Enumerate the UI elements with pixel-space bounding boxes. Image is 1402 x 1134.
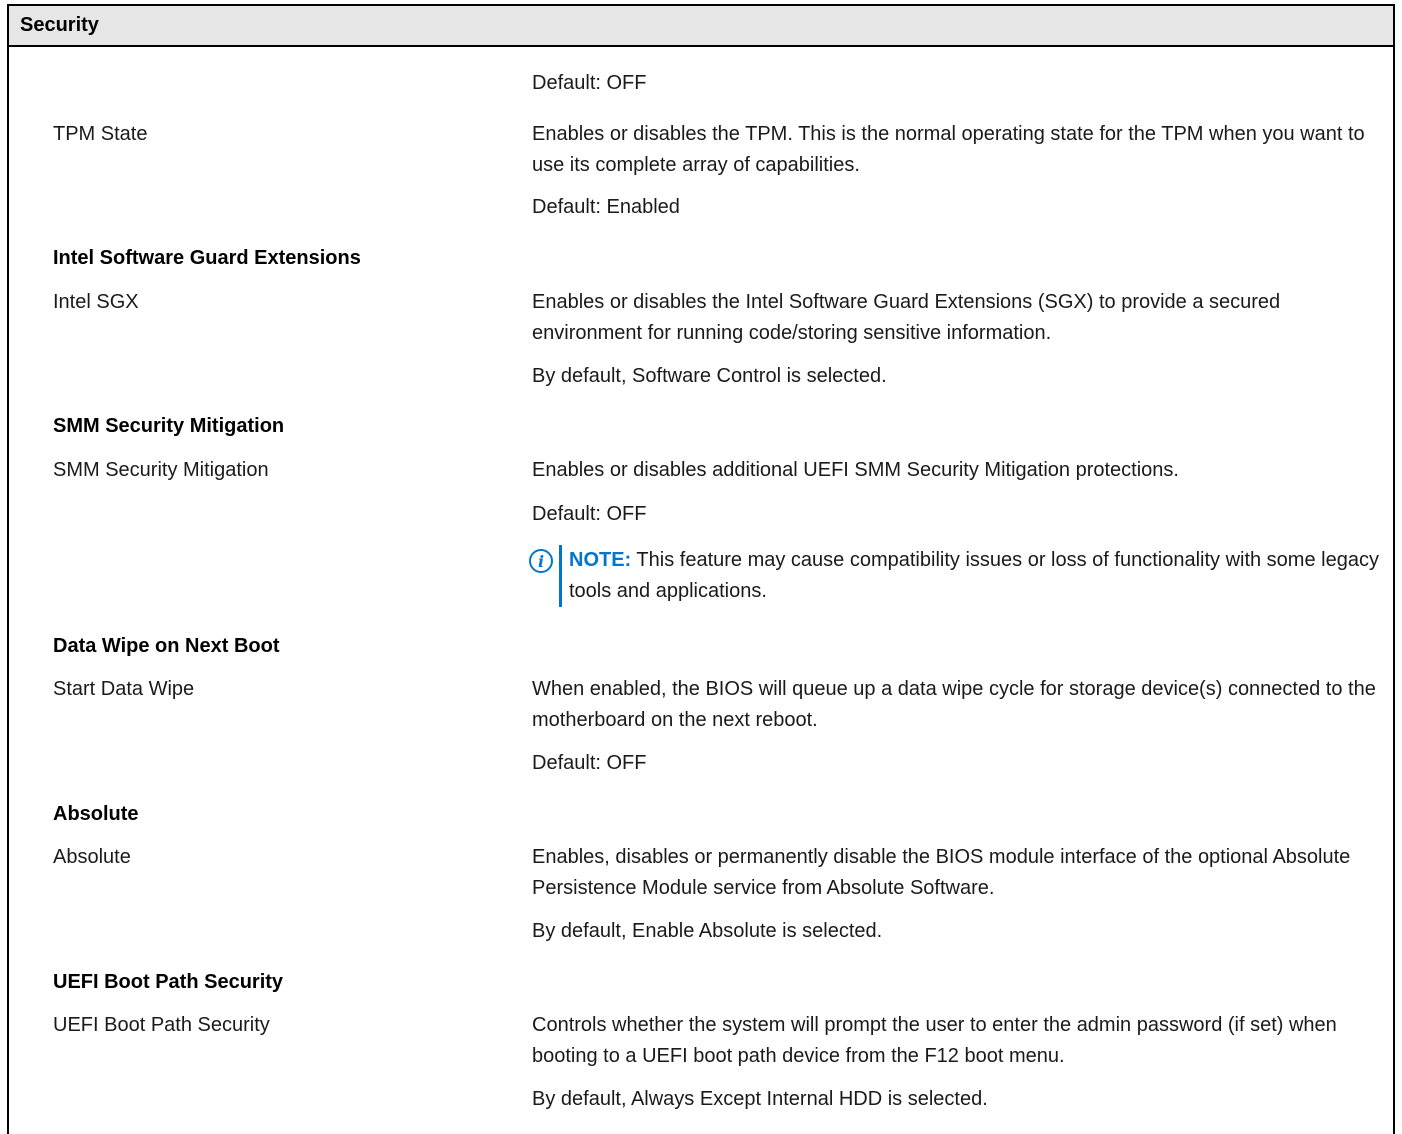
setting-label-smm: SMM Security Mitigation (53, 459, 269, 481)
note-text: NOTE: This feature may cause compatibili… (569, 545, 1389, 607)
section-heading-absolute: Absolute (53, 803, 139, 825)
note-label: NOTE: (569, 549, 632, 571)
setting-desc-smm: Enables or disables additional UEFI SMM … (532, 459, 1179, 481)
setting-default-start-data-wipe: Default: OFF (532, 752, 647, 774)
setting-desc-intel-sgx: Enables or disables the Intel Software G… (532, 291, 1281, 344)
tpm-prev-default: Default: OFF (532, 72, 647, 94)
setting-default-absolute: By default, Enable Absolute is selected. (532, 920, 883, 942)
setting-desc-uefi-boot-path: Controls whether the system will prompt … (532, 1014, 1337, 1067)
section-heading-data-wipe: Data Wipe on Next Boot (53, 635, 280, 657)
note-callout: i NOTE: This feature may cause compatibi… (529, 545, 1389, 607)
section-heading-sgx: Intel Software Guard Extensions (53, 247, 361, 269)
setting-default-uefi-boot-path: By default, Always Except Internal HDD i… (532, 1088, 988, 1110)
setting-default-smm: Default: OFF (532, 503, 647, 525)
setting-desc-start-data-wipe: When enabled, the BIOS will queue up a d… (532, 678, 1376, 731)
setting-desc-absolute: Enables, disables or permanently disable… (532, 846, 1351, 899)
setting-default-tpm-state: Default: Enabled (532, 196, 680, 218)
setting-label-intel-sgx: Intel SGX (53, 291, 139, 313)
setting-label-tpm-state: TPM State (53, 123, 148, 145)
section-heading-smm: SMM Security Mitigation (53, 415, 285, 437)
setting-default-intel-sgx: By default, Software Control is selected… (532, 365, 887, 387)
setting-label-start-data-wipe: Start Data Wipe (53, 678, 195, 700)
setting-desc-tpm-state: Enables or disables the TPM. This is the… (532, 123, 1365, 176)
table-header: Security (9, 6, 1393, 47)
setting-label-uefi-boot-path: UEFI Boot Path Security (53, 1014, 270, 1036)
setting-label-absolute: Absolute (53, 846, 131, 868)
security-table: Security Default: OFF TPM State Enables … (7, 4, 1395, 1134)
info-icon: i (529, 549, 553, 573)
note-body: This feature may cause compatibility iss… (569, 549, 1379, 602)
note-divider (559, 545, 562, 607)
section-heading-uefi-boot-path: UEFI Boot Path Security (53, 971, 284, 993)
